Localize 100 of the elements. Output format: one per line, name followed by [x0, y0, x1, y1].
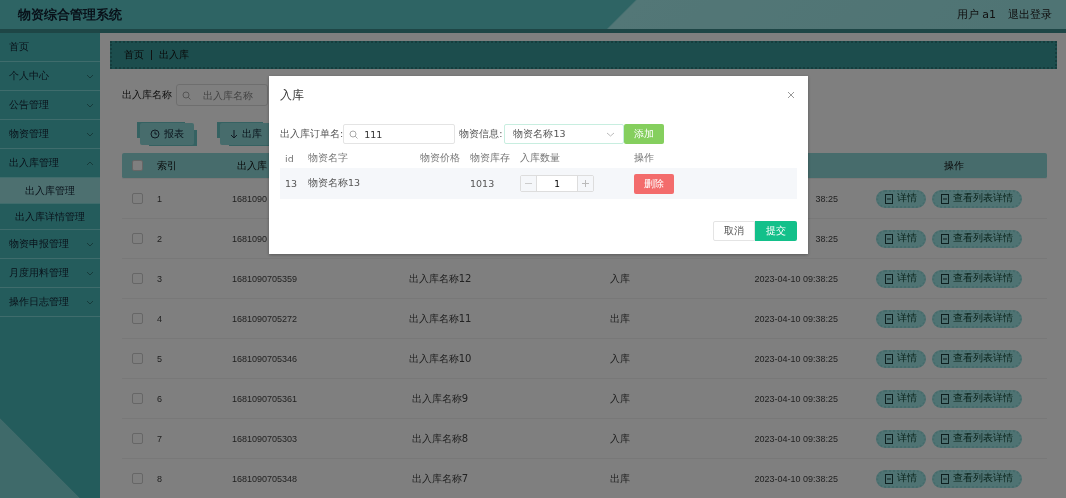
add-button[interactable]: 添加: [624, 124, 665, 144]
column-header: 操作: [634, 151, 655, 165]
column-header: 入库数量: [520, 151, 561, 165]
row-checkbox[interactable]: [132, 193, 143, 204]
row-checkbox[interactable]: [132, 353, 143, 364]
table-cell-text: 入库: [609, 431, 631, 446]
table-cell-text: 38:25: [814, 233, 839, 244]
table-cell-text: 入库: [609, 351, 631, 366]
chevron-icon: [606, 131, 616, 137]
table-cell-text: 出入库名称8: [410, 431, 470, 446]
logout-link[interactable]: 退出登录: [1008, 7, 1052, 22]
minus-icon: [525, 180, 532, 187]
details-button[interactable]: 详情: [875, 189, 926, 208]
row-checkbox[interactable]: [132, 313, 143, 324]
details-button[interactable]: 详情: [875, 349, 926, 368]
column-header: 物资价格: [420, 151, 461, 165]
table-cell-text: 5: [156, 353, 163, 364]
quantity-input[interactable]: 1: [536, 176, 578, 191]
details-button[interactable]: 详情: [875, 429, 926, 448]
row-checkbox[interactable]: [132, 233, 143, 244]
table-cell-text: 物资名称13: [308, 177, 362, 190]
arrow-down-icon: [230, 129, 238, 139]
list-details-button[interactable]: 查看列表详情: [931, 349, 1022, 368]
select-all-checkbox[interactable]: [132, 160, 143, 171]
column-header: 出入库: [236, 158, 267, 173]
stock-out-button[interactable]: 出库: [220, 123, 272, 145]
report-button[interactable]: 报表: [140, 123, 194, 145]
close-icon: [787, 91, 795, 99]
table-cell-text: 1: [156, 193, 163, 204]
breadcrumb-link[interactable]: 首页: [124, 48, 144, 62]
document-icon: [884, 433, 893, 444]
table-cell-text: 出入库名称9: [410, 391, 470, 406]
table-cell-text: 2023-04-10 09:38:25: [753, 313, 839, 324]
table-cell-text: 13: [284, 178, 299, 189]
table-cell-text: 出库: [609, 311, 631, 326]
document-icon: [940, 433, 949, 444]
table-cell-text: 3: [156, 273, 163, 284]
list-details-button[interactable]: 查看列表详情: [931, 309, 1022, 328]
decrement-button[interactable]: [521, 176, 536, 191]
document-icon: [884, 473, 893, 484]
increment-button[interactable]: [578, 176, 593, 191]
search-icon: [349, 129, 359, 139]
table-cell-text: 1013: [470, 178, 496, 189]
document-icon: [884, 313, 893, 324]
submit-button[interactable]: 提交: [755, 221, 797, 241]
list-details-button[interactable]: 查看列表详情: [931, 229, 1022, 248]
table-cell-text: 2023-04-10 09:38:25: [753, 433, 839, 444]
list-details-button[interactable]: 查看列表详情: [931, 269, 1022, 288]
column-header: 操作: [942, 158, 965, 173]
table-cell-text: 38:25: [814, 193, 839, 204]
list-details-button[interactable]: 查看列表详情: [931, 429, 1022, 448]
table-cell-text: 2023-04-10 09:38:25: [753, 353, 839, 364]
details-button[interactable]: 详情: [875, 309, 926, 328]
document-icon: [884, 393, 893, 404]
delete-button[interactable]: 删除: [634, 173, 674, 194]
table-cell-text: 1681090705272: [231, 313, 299, 324]
row-checkbox[interactable]: [132, 433, 143, 444]
document-icon: [940, 353, 949, 364]
document-icon: [940, 473, 949, 484]
sidebar-subitem[interactable]: 出入库管理: [0, 178, 100, 204]
order-field[interactable]: 111: [343, 124, 456, 144]
table-cell-text: 1681090705361: [231, 393, 299, 404]
column-header: 物资库存: [470, 151, 511, 165]
column-header: id: [284, 152, 295, 164]
row-checkbox[interactable]: [132, 273, 143, 284]
row-checkbox[interactable]: [132, 473, 143, 484]
table-cell-text: 出入库名称11: [407, 311, 473, 326]
list-details-button[interactable]: 查看列表详情: [931, 469, 1022, 488]
table-cell-text: 1681090705346: [231, 353, 299, 364]
table-cell-text: 1681090705359: [231, 273, 299, 284]
list-details-button[interactable]: 查看列表详情: [931, 389, 1022, 408]
table-cell-text: 2023-04-10 09:38:25: [753, 273, 839, 284]
details-button[interactable]: 详情: [875, 469, 926, 488]
table-cell-text: 入库: [609, 271, 631, 286]
material-select[interactable]: 物资名称13: [504, 124, 625, 144]
column-header: 物资名字: [308, 151, 349, 165]
quantity-stepper[interactable]: 1: [520, 175, 594, 192]
table-cell-text: 2023-04-10 09:38:25: [753, 393, 839, 404]
list-details-button[interactable]: 查看列表详情: [931, 189, 1022, 208]
plus-icon: [582, 180, 589, 187]
order-label: 出入库订单名:: [280, 127, 344, 141]
document-icon: [940, 193, 949, 204]
details-button[interactable]: 详情: [875, 389, 926, 408]
table-cell-text: 1681090: [231, 233, 269, 244]
cancel-button[interactable]: 取消: [713, 221, 755, 241]
table-cell-text: 出入库名称7: [410, 471, 470, 486]
table-cell-text: 1681090: [231, 193, 269, 204]
document-icon: [940, 393, 949, 404]
table-cell-text: 8: [156, 473, 163, 484]
table-cell-text: 2: [156, 233, 163, 244]
details-button[interactable]: 详情: [875, 229, 926, 248]
document-icon: [940, 273, 949, 284]
close-button[interactable]: [785, 89, 797, 101]
row-checkbox[interactable]: [132, 393, 143, 404]
document-icon: [884, 193, 893, 204]
details-button[interactable]: 详情: [875, 269, 926, 288]
table-cell-text: 4: [156, 313, 163, 324]
table-cell-text: 出入库名称10: [407, 351, 473, 366]
dialog-title: 入库: [280, 86, 304, 104]
column-header: 索引: [156, 158, 178, 173]
